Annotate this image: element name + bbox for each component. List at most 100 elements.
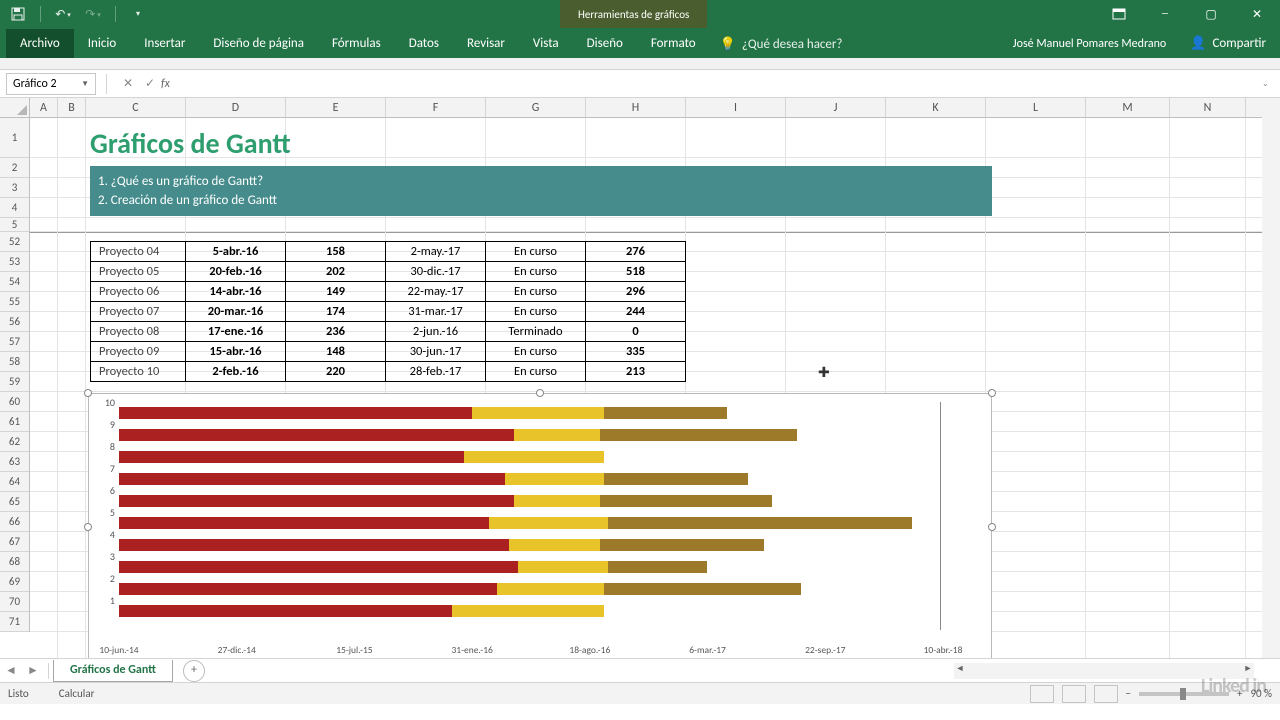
select-all-corner[interactable] bbox=[0, 98, 30, 117]
row-header-60[interactable]: 60 bbox=[0, 392, 29, 412]
chart-bar-segment[interactable] bbox=[604, 583, 801, 595]
formula-input[interactable] bbox=[176, 73, 1262, 95]
accept-formula-icon[interactable]: ✓ bbox=[139, 76, 161, 91]
col-header-G[interactable]: G bbox=[486, 98, 586, 117]
row-header-69[interactable]: 69 bbox=[0, 572, 29, 592]
name-box-dropdown-icon[interactable]: ▼ bbox=[81, 79, 89, 89]
page-break-view-icon[interactable] bbox=[1094, 685, 1118, 703]
file-tab[interactable]: Archivo bbox=[6, 29, 74, 58]
row-header-57[interactable]: 57 bbox=[0, 332, 29, 352]
row-header-53[interactable]: 53 bbox=[0, 252, 29, 272]
chart-bar-segment[interactable] bbox=[119, 451, 464, 463]
col-header-K[interactable]: K bbox=[886, 98, 986, 117]
cancel-formula-icon[interactable]: ✕ bbox=[117, 76, 139, 91]
ribbon-tab-inicio[interactable]: Inicio bbox=[74, 29, 130, 58]
chart-bar-segment[interactable] bbox=[452, 605, 604, 617]
ribbon-tab-vista[interactable]: Vista bbox=[519, 29, 573, 58]
chart-handle[interactable] bbox=[988, 389, 996, 397]
row-header-1[interactable]: 1 bbox=[0, 118, 29, 158]
chart-bar-segment[interactable] bbox=[600, 539, 764, 551]
column-headers[interactable]: ABCDEFGHIJKLMN bbox=[0, 98, 1262, 118]
row-header-3[interactable]: 3 bbox=[0, 178, 29, 198]
chart-handle[interactable] bbox=[84, 523, 92, 531]
ribbon-options-icon[interactable] bbox=[1096, 0, 1142, 28]
row-header-54[interactable]: 54 bbox=[0, 272, 29, 292]
chart-bar-segment[interactable] bbox=[119, 473, 505, 485]
chart-bar-segment[interactable] bbox=[505, 473, 604, 485]
chart-handle[interactable] bbox=[84, 389, 92, 397]
row-header-70[interactable]: 70 bbox=[0, 592, 29, 612]
row-header-4[interactable]: 4 bbox=[0, 198, 29, 218]
row-header-52[interactable]: 52 bbox=[0, 232, 29, 252]
chart-bar-segment[interactable] bbox=[119, 605, 452, 617]
row-header-66[interactable]: 66 bbox=[0, 512, 29, 532]
col-header-E[interactable]: E bbox=[286, 98, 386, 117]
zoom-out-icon[interactable]: − bbox=[1126, 687, 1131, 700]
row-header-59[interactable]: 59 bbox=[0, 372, 29, 392]
chart-bar-segment[interactable] bbox=[608, 561, 707, 573]
col-header-B[interactable]: B bbox=[58, 98, 86, 117]
row-header-68[interactable]: 68 bbox=[0, 552, 29, 572]
row-header-5[interactable]: 5 bbox=[0, 218, 29, 232]
row-header-65[interactable]: 65 bbox=[0, 492, 29, 512]
col-header-J[interactable]: J bbox=[786, 98, 886, 117]
tab-nav-next-icon[interactable]: ► bbox=[22, 663, 44, 678]
undo-icon[interactable]: ↶▾ bbox=[51, 2, 75, 26]
chart-bar-segment[interactable] bbox=[464, 451, 604, 463]
chart-bar-segment[interactable] bbox=[119, 561, 518, 573]
chart-bar-segment[interactable] bbox=[600, 495, 773, 507]
row-header-58[interactable]: 58 bbox=[0, 352, 29, 372]
normal-view-icon[interactable] bbox=[1030, 685, 1054, 703]
col-header-I[interactable]: I bbox=[686, 98, 786, 117]
gantt-chart[interactable]: 1098765432110-jun.-1427-dic.-1415-jul.-1… bbox=[88, 393, 992, 658]
ribbon-tab-datos[interactable]: Datos bbox=[395, 29, 453, 58]
fx-icon[interactable]: fx bbox=[161, 77, 170, 91]
col-header-D[interactable]: D bbox=[186, 98, 286, 117]
ribbon-tab-insertar[interactable]: Insertar bbox=[130, 29, 199, 58]
row-header-61[interactable]: 61 bbox=[0, 412, 29, 432]
sheet-tab-active[interactable]: Gráficos de Gantt bbox=[53, 660, 173, 682]
ribbon-tab-diseño[interactable]: Diseño bbox=[573, 29, 637, 58]
expand-formula-bar-icon[interactable]: ⌄ bbox=[1262, 79, 1280, 89]
chart-plot-area[interactable] bbox=[119, 402, 941, 630]
chart-bar-segment[interactable] bbox=[119, 407, 472, 419]
chart-bar-segment[interactable] bbox=[600, 429, 797, 441]
chart-bar-segment[interactable] bbox=[604, 473, 748, 485]
page-layout-view-icon[interactable] bbox=[1062, 685, 1086, 703]
col-header-C[interactable]: C bbox=[86, 98, 186, 117]
row-header-67[interactable]: 67 bbox=[0, 532, 29, 552]
chart-bar-segment[interactable] bbox=[489, 517, 608, 529]
minimize-icon[interactable]: ─ bbox=[1142, 0, 1188, 28]
row-header-56[interactable]: 56 bbox=[0, 312, 29, 332]
name-box[interactable]: Gráfico 2 ▼ bbox=[6, 73, 96, 95]
chart-bar-segment[interactable] bbox=[119, 517, 489, 529]
col-header-M[interactable]: M bbox=[1086, 98, 1170, 117]
row-header-2[interactable]: 2 bbox=[0, 158, 29, 178]
chart-bar-segment[interactable] bbox=[604, 407, 727, 419]
row-header-63[interactable]: 63 bbox=[0, 452, 29, 472]
chart-bar-segment[interactable] bbox=[514, 429, 600, 441]
chart-handle[interactable] bbox=[536, 389, 544, 397]
col-header-N[interactable]: N bbox=[1170, 98, 1246, 117]
row-header-55[interactable]: 55 bbox=[0, 292, 29, 312]
col-header-L[interactable]: L bbox=[986, 98, 1086, 117]
save-icon[interactable] bbox=[6, 2, 30, 26]
chart-bar-segment[interactable] bbox=[518, 561, 608, 573]
chart-bar-segment[interactable] bbox=[119, 583, 497, 595]
chart-bar-segment[interactable] bbox=[608, 517, 912, 529]
row-header-71[interactable]: 71 bbox=[0, 612, 29, 632]
col-header-F[interactable]: F bbox=[386, 98, 486, 117]
chart-bar-segment[interactable] bbox=[119, 495, 514, 507]
add-sheet-button[interactable]: + bbox=[183, 660, 205, 682]
sheet-content[interactable]: Gráficos de Gantt 1. ¿Qué es un gráfico … bbox=[30, 118, 1262, 658]
tab-nav-prev-icon[interactable]: ◄ bbox=[0, 663, 22, 678]
row-headers[interactable]: 1234552535455565758596061626364656667686… bbox=[0, 118, 30, 632]
customize-qat-icon[interactable]: ▾ bbox=[126, 2, 150, 26]
ribbon-tab-revisar[interactable]: Revisar bbox=[453, 29, 519, 58]
vertical-scrollbar[interactable] bbox=[1262, 98, 1280, 658]
row-header-62[interactable]: 62 bbox=[0, 432, 29, 452]
ribbon-tab-fórmulas[interactable]: Fórmulas bbox=[318, 29, 395, 58]
col-header-H[interactable]: H bbox=[586, 98, 686, 117]
row-header-64[interactable]: 64 bbox=[0, 472, 29, 492]
chart-bar-segment[interactable] bbox=[497, 583, 604, 595]
